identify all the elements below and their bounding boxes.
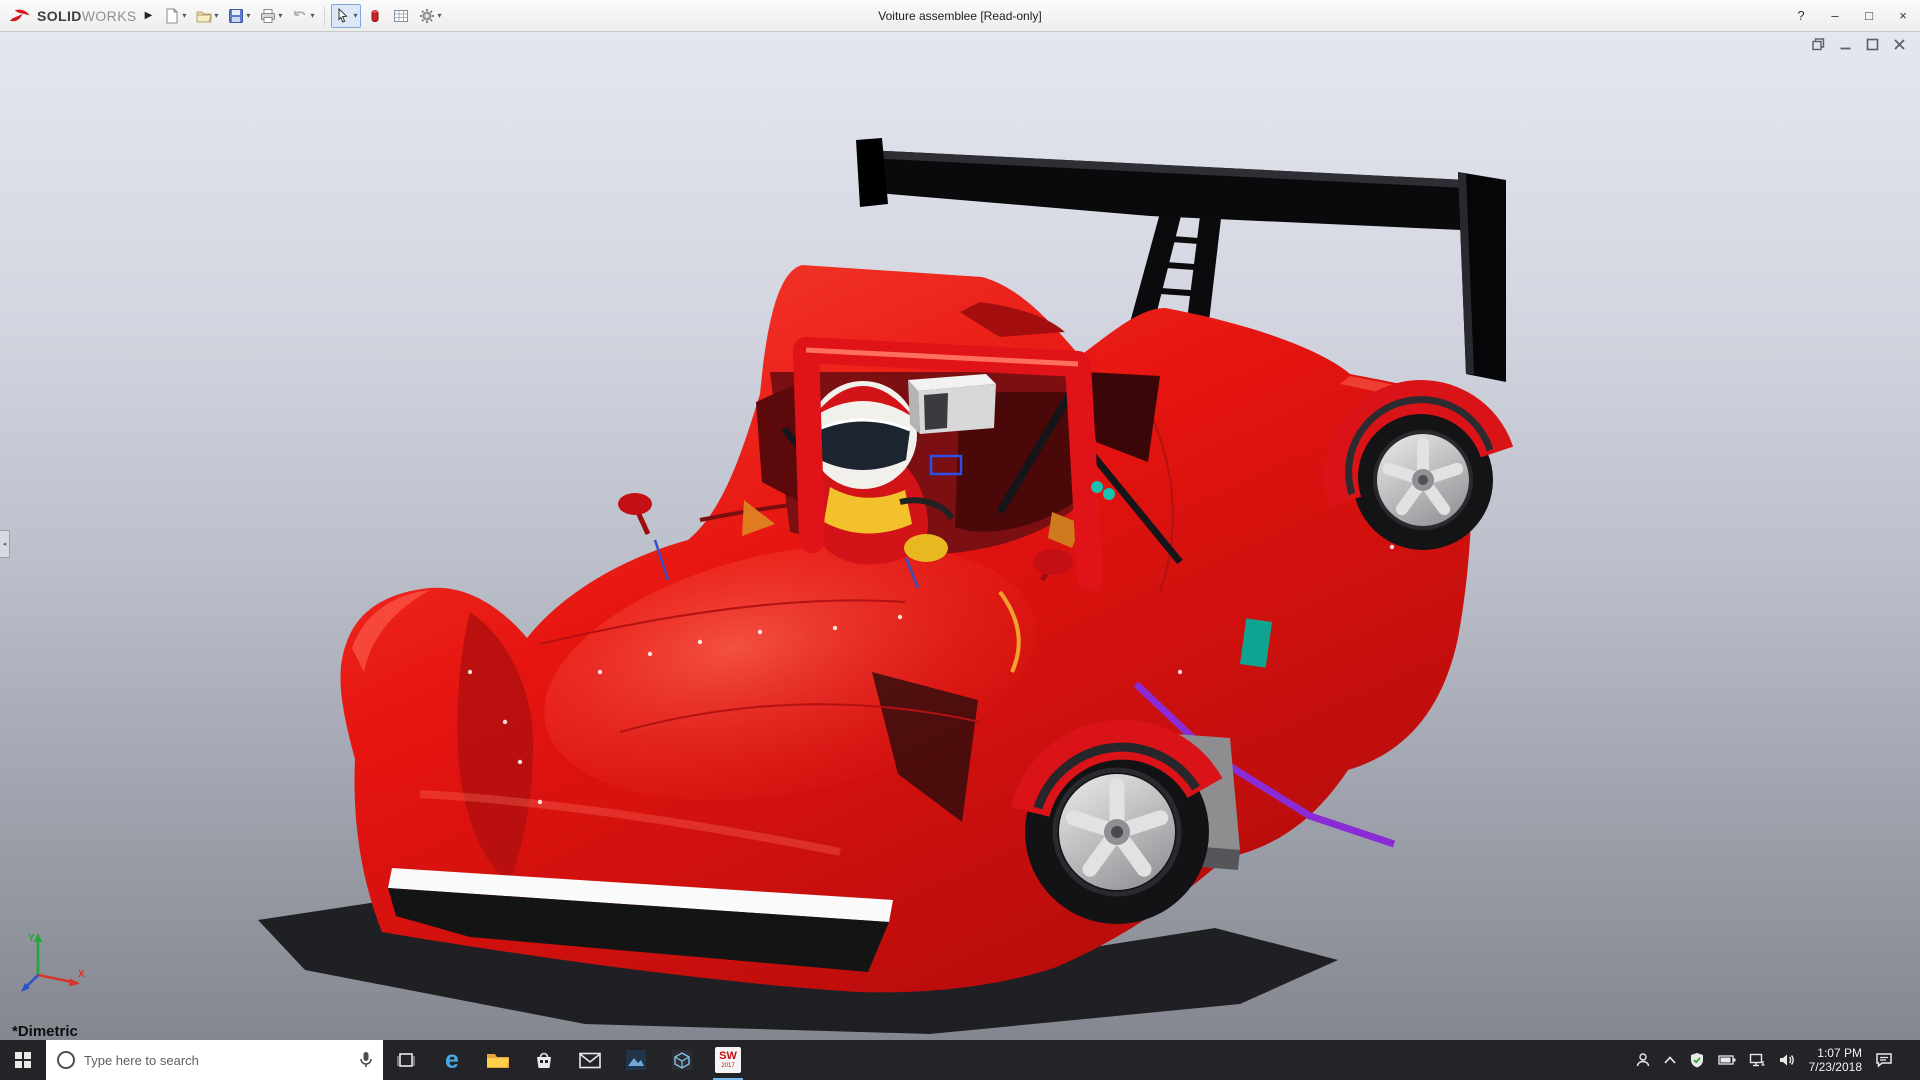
help-button[interactable]: ? [1784,0,1818,31]
edge-button[interactable]: e [429,1040,475,1080]
taskbar: e SW 2017 [0,1040,1920,1080]
front-wheel[interactable] [1025,740,1209,924]
triad-y-label: Y [28,933,35,944]
store-bag-icon [534,1050,554,1070]
titlebar: SOLIDWORKS ▶ ▾ ▾ ▾ [0,0,1920,32]
dropdown-arrow-icon[interactable]: ▾ [214,11,218,20]
print-button[interactable]: ▾ [256,4,286,28]
mail-button[interactable] [567,1040,613,1080]
dropdown-arrow-icon[interactable]: ▾ [278,11,282,20]
file-explorer-icon [486,1050,510,1070]
triad-x-label: X [78,969,85,980]
solidworks-logo-icon [8,7,32,25]
solidworks-app-icon: SW 2017 [715,1047,741,1073]
taskbar-search[interactable] [46,1040,383,1080]
microphone-icon[interactable] [359,1051,373,1069]
close-button[interactable]: × [1886,0,1920,31]
menu-flyout-arrow-icon[interactable]: ▶ [143,10,161,21]
new-document-button[interactable]: ▾ [160,4,190,28]
people-icon[interactable] [1635,1052,1651,1068]
start-button[interactable] [0,1040,46,1080]
store-button[interactable] [521,1040,567,1080]
3d-builder-button[interactable] [659,1040,705,1080]
document-window-controls [1812,38,1906,51]
3d-builder-icon [671,1049,693,1071]
clock-time: 1:07 PM [1809,1046,1862,1060]
photos-icon [625,1049,647,1071]
restore-window-icon[interactable] [1812,38,1825,51]
dropdown-arrow-icon[interactable]: ▾ [437,11,441,20]
undo-icon [292,8,308,24]
maximize-button[interactable]: □ [1852,0,1886,31]
undo-button[interactable]: ▾ [288,4,318,28]
feature-panel-handle[interactable]: ◂ [0,530,10,558]
cortana-circle-icon [56,1050,76,1070]
system-tray: 1:07 PM 7/23/2018 [1635,1040,1920,1080]
select-cursor-icon [335,8,351,24]
action-center-icon[interactable] [1875,1052,1893,1068]
toolbar-separator [324,6,325,26]
dropdown-arrow-icon[interactable]: ▾ [353,11,357,20]
task-view-button[interactable] [383,1040,429,1080]
brand-solid: SOLID [37,8,82,24]
design-table-button[interactable] [389,4,413,28]
edge-icon: e [445,1046,459,1075]
new-document-icon [164,8,180,24]
print-icon [260,8,276,24]
options-button[interactable]: ▾ [415,4,445,28]
network-icon[interactable] [1749,1053,1766,1067]
brand-works: WORKS [82,8,137,24]
minimize-window-icon[interactable] [1839,38,1852,51]
volume-icon[interactable] [1779,1053,1796,1067]
car-3d-model[interactable] [0,32,1920,1040]
graphics-area[interactable]: ◂ Y X *Dimetric [0,32,1920,1040]
quick-access-toolbar: ▾ ▾ ▾ ▾ [160,4,445,28]
save-icon [228,8,244,24]
open-button[interactable]: ▾ [192,4,222,28]
options-gear-icon [419,8,435,24]
windows-logo-icon [15,1052,31,1068]
photos-button[interactable] [613,1040,659,1080]
solidworks-taskbar-button[interactable]: SW 2017 [705,1040,751,1080]
search-input[interactable] [84,1053,351,1068]
open-folder-icon [196,8,212,24]
window-controls: ? – □ × [1784,0,1920,31]
battery-icon[interactable] [1718,1054,1736,1066]
save-button[interactable]: ▾ [224,4,254,28]
design-table-icon [393,8,409,24]
select-tool-button[interactable]: ▾ [331,4,361,28]
appearances-button[interactable] [363,4,387,28]
orientation-triad[interactable]: Y X [20,927,88,998]
taskbar-clock[interactable]: 1:07 PM 7/23/2018 [1809,1046,1862,1074]
minimize-button[interactable]: – [1818,0,1852,31]
mail-icon [579,1052,601,1069]
dropdown-arrow-icon[interactable]: ▾ [182,11,186,20]
security-shield-icon[interactable] [1689,1052,1705,1068]
appearances-icon [367,8,383,24]
tray-chevron-up-icon[interactable] [1664,1056,1676,1064]
file-explorer-button[interactable] [475,1040,521,1080]
solidworks-logo: SOLIDWORKS [0,7,143,25]
clock-date: 7/23/2018 [1809,1060,1862,1074]
brand-text: SOLIDWORKS [37,8,137,24]
dropdown-arrow-icon[interactable]: ▾ [310,11,314,20]
rearview-mirror[interactable] [908,374,996,434]
view-orientation-label: *Dimetric [12,1023,78,1040]
dropdown-arrow-icon[interactable]: ▾ [246,11,250,20]
close-window-icon[interactable] [1893,38,1906,51]
maximize-window-icon[interactable] [1866,38,1879,51]
task-view-icon [396,1050,416,1070]
